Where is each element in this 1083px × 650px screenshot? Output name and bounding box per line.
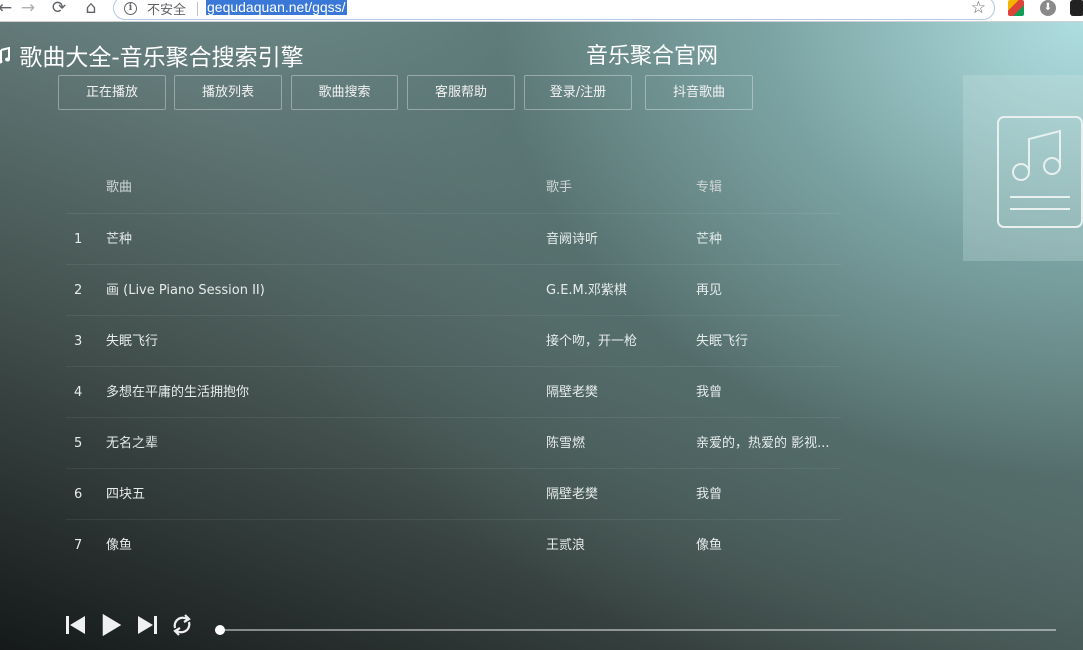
song-title[interactable]: 无名之辈 <box>106 418 526 469</box>
progress-thumb[interactable] <box>215 625 225 635</box>
song-album[interactable]: 亲爱的，热爱的 影视... <box>696 418 841 469</box>
song-title[interactable]: 多想在平庸的生活拥抱你 <box>106 367 526 418</box>
bookmark-star-icon[interactable]: ☆ <box>971 0 986 18</box>
header-artist: 歌手 <box>546 180 573 195</box>
song-album[interactable]: 芒种 <box>696 214 841 265</box>
header-song: 歌曲 <box>106 180 133 195</box>
browser-toolbar: ← → ⟳ ⌂ i 不安全 gequdaquan.net/gqss/ ☆ ⬇ <box>0 0 1083 22</box>
music-page: 歌曲大全-音乐聚合搜索引擎 音乐聚合官网 正在播放 播放列表 歌曲搜索 客服帮助… <box>0 22 1083 650</box>
song-title[interactable]: 画 (Live Piano Session II) <box>106 265 526 316</box>
table-row[interactable]: 2 画 (Live Piano Session II) G.E.M.邓紫棋 再见 <box>66 264 841 315</box>
song-album[interactable]: 像鱼 <box>696 520 841 571</box>
tab-playlist[interactable]: 播放列表 <box>174 75 282 110</box>
previous-icon[interactable] <box>65 612 87 638</box>
site-title-text: 歌曲大全-音乐聚合搜索引擎 <box>19 45 304 71</box>
row-number: 6 <box>74 487 83 502</box>
table-row[interactable]: 4 多想在平庸的生活拥抱你 隔壁老樊 我曾 <box>66 366 841 417</box>
url-text[interactable]: gequdaquan.net/gqss/ <box>206 0 347 15</box>
music-file-icon <box>997 116 1083 228</box>
tab-login[interactable]: 登录/注册 <box>524 75 632 110</box>
song-album[interactable]: 我曾 <box>696 469 841 520</box>
header-album: 专辑 <box>696 180 723 195</box>
song-artist[interactable]: 陈雪燃 <box>546 418 676 469</box>
song-album[interactable]: 我曾 <box>696 367 841 418</box>
song-artist[interactable]: 王贰浪 <box>546 520 676 571</box>
row-number: 1 <box>74 232 83 247</box>
address-bar[interactable]: i 不安全 gequdaquan.net/gqss/ ☆ <box>113 0 995 20</box>
music-note-icon <box>0 45 12 71</box>
extension-icon[interactable] <box>1008 0 1024 16</box>
table-row[interactable]: 3 失眠飞行 接个吻，开一枪 失眠飞行 <box>66 315 841 366</box>
forward-icon[interactable]: → <box>17 0 39 18</box>
play-icon[interactable] <box>100 612 124 638</box>
tab-now-playing[interactable]: 正在播放 <box>58 75 166 110</box>
row-number: 4 <box>74 385 83 400</box>
album-cover <box>963 75 1083 261</box>
song-title[interactable]: 芒种 <box>106 214 526 265</box>
back-icon[interactable]: ← <box>0 0 16 18</box>
song-artist[interactable]: G.E.M.邓紫棋 <box>546 265 676 316</box>
reload-icon[interactable]: ⟳ <box>48 0 70 18</box>
site-title: 歌曲大全-音乐聚合搜索引擎 <box>0 38 304 72</box>
song-title[interactable]: 失眠飞行 <box>106 316 526 367</box>
player-bar <box>0 612 1083 650</box>
extension-dark-icon[interactable] <box>1070 0 1083 16</box>
table-header: 歌曲 歌手 专辑 <box>66 162 841 213</box>
song-album[interactable]: 失眠飞行 <box>696 316 841 367</box>
table-row[interactable]: 5 无名之辈 陈雪燃 亲爱的，热爱的 影视... <box>66 417 841 468</box>
table-row[interactable]: 6 四块五 隔壁老樊 我曾 <box>66 468 841 519</box>
home-icon[interactable]: ⌂ <box>80 0 102 18</box>
song-album[interactable]: 再见 <box>696 265 841 316</box>
song-title[interactable]: 像鱼 <box>106 520 526 571</box>
tab-douyin-songs[interactable]: 抖音歌曲 <box>645 75 753 110</box>
tab-song-search[interactable]: 歌曲搜索 <box>291 75 398 110</box>
download-icon[interactable]: ⬇ <box>1040 0 1056 16</box>
song-artist[interactable]: 隔壁老樊 <box>546 367 676 418</box>
tab-help[interactable]: 客服帮助 <box>407 75 515 110</box>
row-number: 5 <box>74 436 83 451</box>
insecure-label: 不安全 <box>147 3 187 18</box>
progress-bar[interactable] <box>215 625 1056 635</box>
loop-icon[interactable] <box>170 612 194 638</box>
table-row[interactable]: 1 芒种 音阙诗听 芒种 <box>66 213 841 264</box>
song-title[interactable]: 四块五 <box>106 469 526 520</box>
song-artist[interactable]: 接个吻，开一枪 <box>546 316 676 367</box>
row-number: 7 <box>74 538 83 553</box>
row-number: 3 <box>74 334 83 349</box>
table-row[interactable]: 7 像鱼 王贰浪 像鱼 <box>66 519 841 570</box>
song-artist[interactable]: 音阙诗听 <box>546 214 676 265</box>
row-number: 2 <box>74 283 83 298</box>
site-subtitle[interactable]: 音乐聚合官网 <box>586 38 718 70</box>
next-icon[interactable] <box>136 612 158 638</box>
song-artist[interactable]: 隔壁老樊 <box>546 469 676 520</box>
info-icon[interactable]: i <box>124 2 137 15</box>
url-divider <box>197 2 198 16</box>
